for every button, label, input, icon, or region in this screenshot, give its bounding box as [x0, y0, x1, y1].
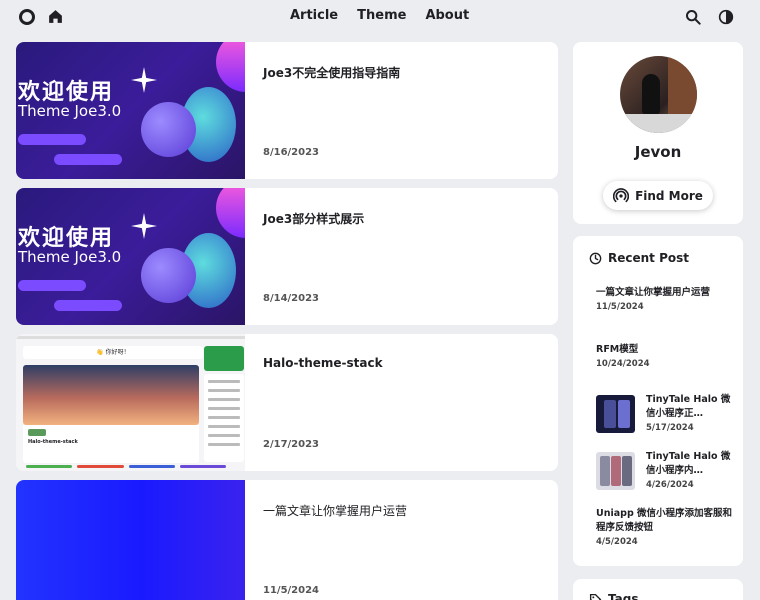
profile-name: Jevon: [634, 143, 682, 161]
recent-post-thumbnail[interactable]: [596, 452, 635, 490]
post-title[interactable]: 一篇文章让你掌握用户运营: [263, 502, 407, 519]
clock-icon: [589, 252, 602, 264]
nav-item-article[interactable]: Article: [290, 8, 338, 23]
recent-post-item[interactable]: TinyTale Halo 微信小程序正… 5/17/2024: [646, 393, 736, 433]
tag-icon: [589, 593, 602, 600]
post-card[interactable]: 欢迎使用 Theme Joe3.0 Joe3不完全使用指导指南 8/16/202…: [16, 42, 558, 179]
nav-item-theme[interactable]: Theme: [357, 8, 406, 23]
recent-post-item[interactable]: 一篇文章让你掌握用户运营 11/5/2024: [596, 286, 736, 312]
podcast-icon: [613, 187, 630, 202]
recent-post-title[interactable]: TinyTale Halo 微信小程序内…: [646, 450, 736, 478]
recent-posts-heading: Recent Post: [589, 251, 689, 265]
profile-card: Jevon Find More: [573, 42, 743, 224]
recent-post-item[interactable]: TinyTale Halo 微信小程序内… 4/26/2024: [646, 450, 736, 490]
recent-post-item[interactable]: RFM模型 10/24/2024: [596, 343, 736, 369]
post-date: 2/17/2023: [263, 439, 320, 450]
post-card[interactable]: 一篇文章让你掌握用户运营 11/5/2024: [16, 480, 558, 600]
post-card[interactable]: 欢迎使用 Theme Joe3.0 Joe3部分样式展示 8/14/2023: [16, 188, 558, 325]
recent-post-date: 5/17/2024: [646, 423, 694, 433]
post-thumbnail[interactable]: 欢迎使用 Theme Joe3.0: [16, 42, 245, 179]
joe-banner-image: 欢迎使用 Theme Joe3.0: [16, 42, 245, 179]
recent-post-thumbnail[interactable]: [596, 395, 635, 433]
home-icon[interactable]: [47, 8, 64, 25]
recent-post-date: 11/5/2024: [596, 302, 644, 312]
recent-post-title[interactable]: RFM模型: [596, 343, 736, 357]
joe-banner-image: 欢迎使用 Theme Joe3.0: [16, 188, 245, 325]
recent-post-title[interactable]: Uniapp 微信小程序添加客服和程序反馈按钮: [596, 507, 736, 535]
post-thumbnail[interactable]: 👋 你好呀！ Halo-theme-stack: [16, 334, 245, 471]
sparkle-icon: [131, 213, 157, 239]
recent-post-title[interactable]: TinyTale Halo 微信小程序正…: [646, 393, 736, 421]
logo-icon[interactable]: [19, 9, 35, 25]
post-date: 11/5/2024: [263, 585, 320, 596]
post-thumbnail[interactable]: [16, 480, 245, 600]
post-card[interactable]: 👋 你好呀！ Halo-theme-stack Halo-theme-stack…: [16, 334, 558, 471]
recent-post-date: 4/5/2024: [596, 537, 638, 547]
avatar[interactable]: [620, 56, 697, 133]
stack-theme-screenshot: 👋 你好呀！ Halo-theme-stack: [16, 334, 245, 471]
main-nav: Article Theme About: [290, 8, 469, 23]
top-header: Article Theme About: [0, 0, 760, 34]
recent-post-item[interactable]: Uniapp 微信小程序添加客服和程序反馈按钮 4/5/2024: [596, 507, 736, 547]
nav-item-about[interactable]: About: [425, 8, 469, 23]
tags-card: Tags: [573, 579, 743, 600]
theme-toggle-icon[interactable]: [718, 9, 734, 25]
post-title[interactable]: Joe3不完全使用指导指南: [263, 64, 400, 81]
post-title[interactable]: Joe3部分样式展示: [263, 210, 364, 227]
recent-post-title[interactable]: 一篇文章让你掌握用户运营: [596, 286, 736, 300]
post-thumbnail[interactable]: 欢迎使用 Theme Joe3.0: [16, 188, 245, 325]
search-icon[interactable]: [685, 9, 701, 25]
recent-post-date: 4/26/2024: [646, 480, 694, 490]
sparkle-icon: [131, 67, 157, 93]
tags-heading: Tags: [589, 592, 638, 600]
recent-posts-card: Recent Post 一篇文章让你掌握用户运营 11/5/2024 RFM模型…: [573, 236, 743, 566]
blue-gradient-image: [16, 480, 245, 600]
recent-post-date: 10/24/2024: [596, 359, 650, 369]
post-title[interactable]: Halo-theme-stack: [263, 356, 383, 370]
find-more-label: Find More: [635, 188, 703, 203]
post-date: 8/16/2023: [263, 147, 320, 158]
post-date: 8/14/2023: [263, 293, 320, 304]
find-more-button[interactable]: Find More: [603, 181, 713, 210]
